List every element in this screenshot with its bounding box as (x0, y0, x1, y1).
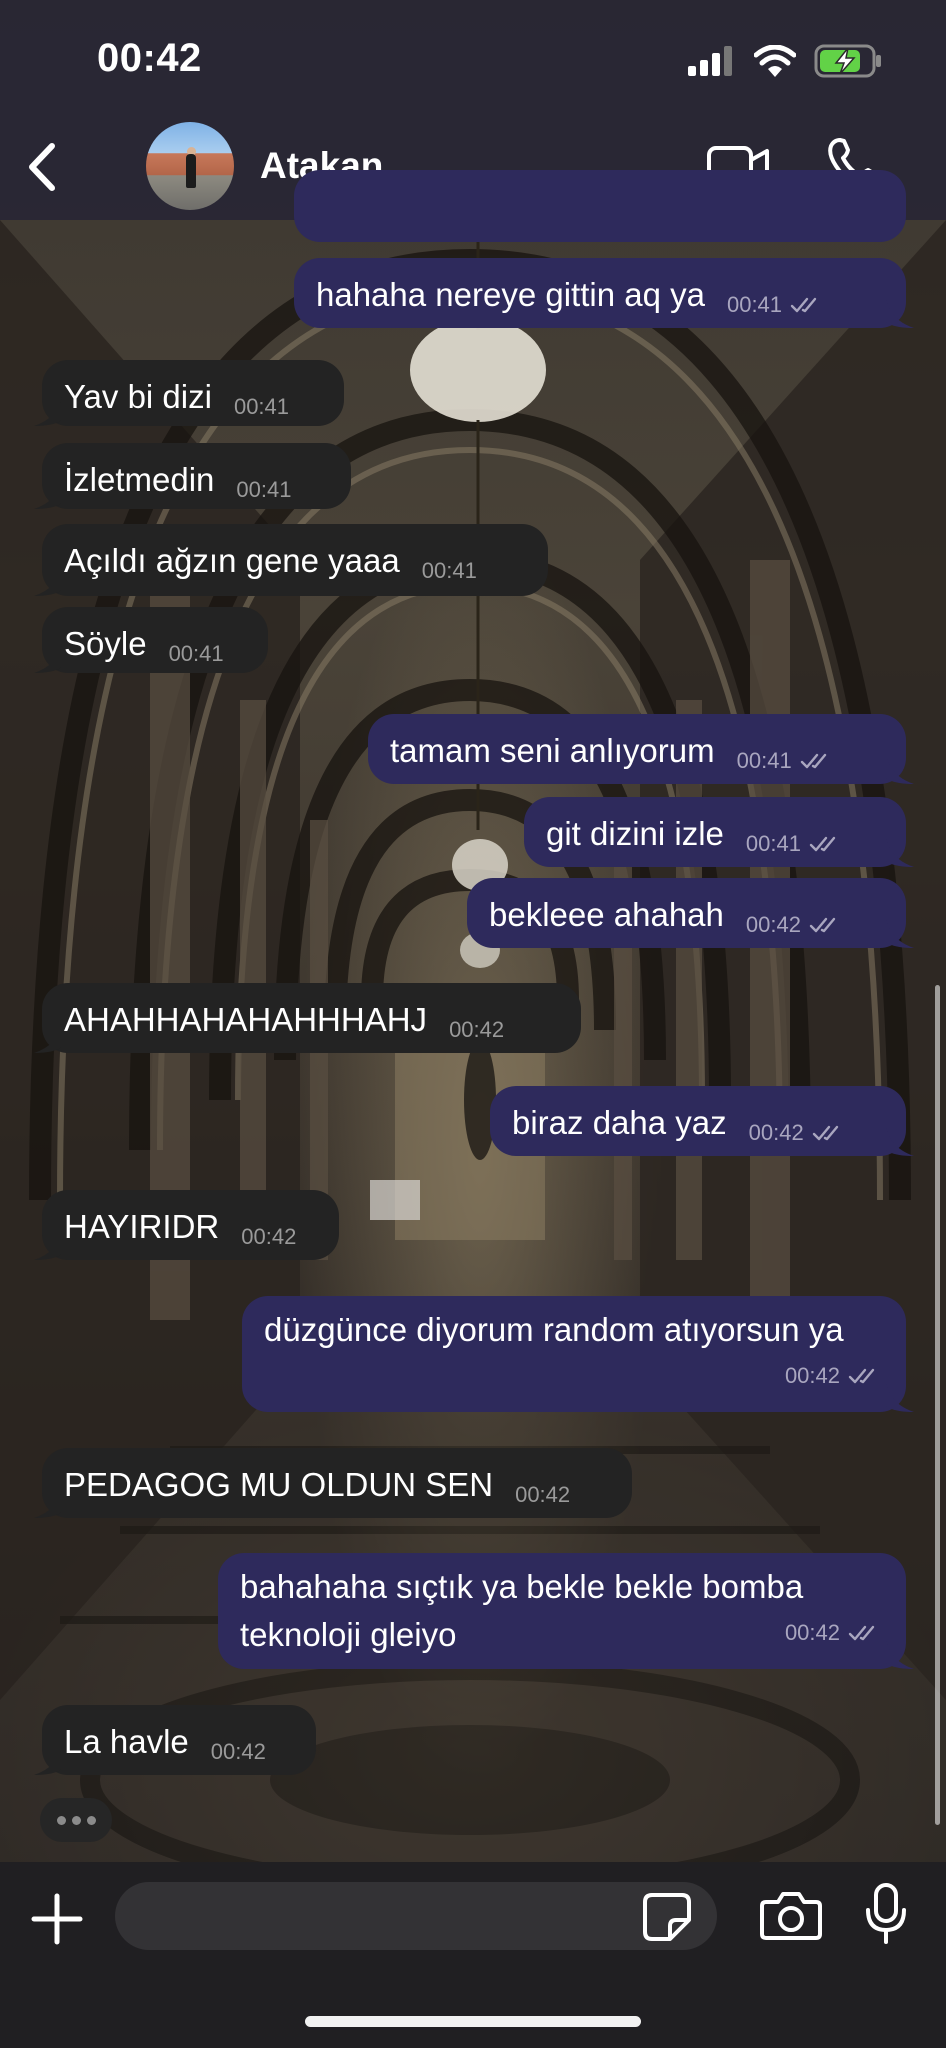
message-time: 00:42 (784, 1363, 840, 1388)
message-meta: 00:41 (236, 467, 291, 513)
message-time: 00:42 (449, 1017, 505, 1042)
incoming-message[interactable]: HAYIRIDR 00:42 (34, 1190, 339, 1260)
read-receipt-icon (848, 1368, 875, 1384)
message-text: git dizini izle (546, 815, 724, 852)
bubble-tail (34, 1488, 62, 1518)
read-receipt-icon (848, 1625, 875, 1641)
incoming-message[interactable]: La havle 00:42 (34, 1705, 316, 1775)
outgoing-message[interactable]: git dizini izle 00:41 (524, 797, 914, 867)
message-meta: 00:42 (746, 902, 843, 948)
outgoing-message[interactable]: hahaha nereye gittin aq ya 00:41 (294, 258, 914, 328)
message-text: hahaha nereye gittin aq ya (316, 276, 705, 313)
typing-indicator (40, 1798, 112, 1842)
outgoing-message[interactable]: biraz daha yaz 00:42 (490, 1086, 914, 1156)
message-text: tamam seni anlıyorum (390, 732, 715, 769)
home-indicator[interactable] (305, 2016, 641, 2027)
read-receipt-icon (800, 753, 826, 769)
status-time: 00:42 (97, 36, 202, 80)
bubble-tail (886, 1639, 914, 1669)
message-meta: 00:42 (749, 1110, 846, 1156)
read-receipt-icon (790, 297, 817, 313)
message-meta: 00:41 (422, 548, 477, 594)
bubble-tail (886, 918, 914, 948)
wifi-icon (754, 45, 796, 77)
outgoing-message[interactable]: bahahaha sıçtık ya bekle bekle bomba tek… (218, 1553, 914, 1669)
outgoing-message[interactable]: bekleee ahahah 00:42 (467, 878, 914, 948)
message-time: 00:41 (236, 477, 292, 502)
camera-icon[interactable] (760, 1888, 822, 1942)
message-meta: 00:41 (169, 631, 224, 677)
bubble-tail (34, 479, 62, 509)
message-meta: 00:41 (737, 738, 834, 784)
outgoing-message[interactable]: düzgünce diyorum random atıyorsun ya 00:4… (242, 1296, 914, 1412)
message-time: 00:42 (515, 1482, 571, 1507)
message-text: biraz daha yaz (512, 1104, 727, 1141)
incoming-message[interactable]: AHAHHAHAHAHHHAHJ 00:42 (34, 983, 581, 1053)
bubble-tail (34, 1023, 62, 1053)
message-time: 00:41 (421, 558, 477, 583)
incoming-message[interactable]: Açıldı ağzın gene yaaa 00:41 (34, 524, 548, 596)
read-receipt-icon (809, 917, 836, 933)
message-text: HAYIRIDR (64, 1208, 220, 1245)
bubble-tail (886, 298, 914, 328)
message-time: 00:41 (726, 292, 783, 317)
outgoing-message[interactable]: tamam seni anlıyorum 00:41 (368, 714, 914, 784)
read-receipt-icon (812, 1125, 838, 1141)
back-button[interactable] (16, 134, 72, 198)
message-meta: 00:42 (785, 1609, 882, 1657)
incoming-message[interactable]: Söyle 00:41 (34, 607, 268, 673)
microphone-icon[interactable] (864, 1882, 908, 1946)
message-input[interactable] (139, 1892, 619, 1940)
message-time: 00:42 (241, 1224, 297, 1249)
message-text: Söyle (64, 625, 147, 662)
message-time: 00:42 (784, 1620, 840, 1645)
bubble-tail (886, 1126, 914, 1156)
bubble-tail (34, 396, 62, 426)
status-icons (688, 44, 882, 78)
message-meta: 00:42 (449, 1007, 504, 1053)
message-time: 00:42 (745, 912, 801, 937)
message-bubble-cutoff (294, 170, 906, 242)
contact-avatar[interactable] (146, 122, 234, 210)
message-text: İzletmedin (64, 461, 215, 498)
message-meta: 00:42 (785, 1352, 882, 1400)
message-meta: 00:42 (241, 1214, 296, 1260)
message-time: 00:41 (233, 394, 290, 419)
sticker-icon[interactable] (642, 1892, 692, 1942)
bubble-tail (34, 566, 62, 596)
read-receipt-icon (809, 836, 836, 852)
incoming-message[interactable]: Yav bi dizi 00:41 (34, 360, 344, 426)
attach-plus-button[interactable] (30, 1892, 84, 1946)
message-text: bekleee ahahah (489, 896, 724, 933)
message-text: Açıldı ağzın gene yaaa (64, 542, 400, 579)
message-text: AHAHHAHAHAHHHAHJ (64, 1001, 428, 1038)
message-meta: 00:41 (746, 821, 843, 867)
bubble-tail (886, 754, 914, 784)
message-input-wrapper[interactable] (115, 1882, 717, 1950)
bubble-tail (34, 643, 62, 673)
scrollbar[interactable] (935, 985, 940, 1825)
message-text: düzgünce diyorum random atıyorsun ya (264, 1311, 844, 1348)
battery-charging-icon (814, 44, 881, 78)
message-text: Yav bi dizi (64, 378, 212, 415)
cellular-signal-icon (688, 46, 732, 76)
bubble-tail (34, 1230, 62, 1260)
incoming-message[interactable]: İzletmedin 00:41 (34, 443, 351, 509)
bubble-tail (34, 1745, 62, 1775)
message-time: 00:41 (745, 831, 801, 856)
message-meta: 00:41 (234, 384, 289, 430)
message-time: 00:41 (168, 641, 224, 666)
bubble-tail (886, 1382, 914, 1412)
message-meta: 00:41 (727, 282, 824, 328)
message-meta: 00:42 (515, 1472, 570, 1518)
message-text: La havle (64, 1723, 189, 1760)
message-text: PEDAGOG MU OLDUN SEN (64, 1466, 494, 1503)
message-time: 00:42 (748, 1120, 804, 1145)
message-meta: 00:42 (211, 1729, 266, 1775)
incoming-message[interactable]: PEDAGOG MU OLDUN SEN 00:42 (34, 1448, 632, 1518)
bubble-tail (886, 837, 914, 867)
message-time: 00:42 (210, 1739, 266, 1764)
message-time: 00:41 (736, 748, 792, 773)
